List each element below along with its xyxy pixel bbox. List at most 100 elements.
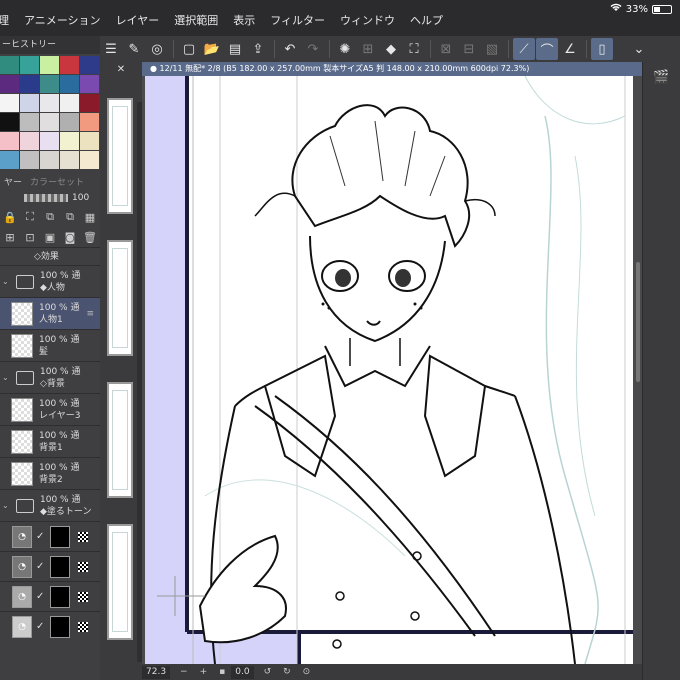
color-swatch[interactable] xyxy=(40,75,59,93)
color-swatch[interactable] xyxy=(40,132,59,150)
curve-snap-icon[interactable]: ⌒ xyxy=(536,38,558,60)
tone-layer[interactable]: ◔ ✓ xyxy=(0,611,100,641)
color-swatch[interactable] xyxy=(80,94,99,112)
tablet-icon[interactable]: ▯ xyxy=(591,38,613,60)
check-icon[interactable]: ✓ xyxy=(36,621,46,632)
zoom-out-icon[interactable]: − xyxy=(180,667,188,677)
transform-icon[interactable]: ⊞ xyxy=(357,38,379,60)
color-swatch[interactable] xyxy=(0,75,19,93)
color-swatch[interactable] xyxy=(60,151,79,169)
color-swatch[interactable] xyxy=(60,94,79,112)
open-folder-icon[interactable]: 📂 xyxy=(201,38,223,60)
angle-snap-icon[interactable]: ∠ xyxy=(559,38,581,60)
rotate-left-icon[interactable]: ↺ xyxy=(264,667,272,677)
color-swatch[interactable] xyxy=(20,151,39,169)
angle-field[interactable]: 0.0 xyxy=(231,665,254,679)
page-thumbnail[interactable] xyxy=(107,382,133,498)
edit-icon[interactable]: ✎ xyxy=(123,38,145,60)
ref-layer-icon[interactable]: ⛶ xyxy=(20,210,40,224)
color-swatch[interactable] xyxy=(0,132,19,150)
tab-color-set[interactable]: カラーセット xyxy=(26,175,88,188)
tone-layer[interactable]: ◔ ✓ xyxy=(0,521,100,551)
clapper-icon[interactable]: 🎬 xyxy=(651,66,673,88)
layer-row[interactable]: ⌄ 100 % 通 ◇背景 xyxy=(0,361,100,393)
clip-icon[interactable]: ⧉ xyxy=(60,210,80,224)
undo-icon[interactable]: ↶ xyxy=(279,38,301,60)
color-swatch[interactable] xyxy=(40,151,59,169)
new-vector-icon[interactable]: ⊡ xyxy=(20,231,40,244)
layer-row[interactable]: 100 % 通背景2 xyxy=(0,457,100,489)
layer-row[interactable]: 100 % 通人物1 ≡ xyxy=(0,297,100,329)
color-swatch[interactable] xyxy=(20,132,39,150)
lock-icon[interactable]: 🔒 xyxy=(0,211,20,224)
layer-row[interactable]: 100 % 通レイヤー3 xyxy=(0,393,100,425)
tab-layer[interactable]: ヤー xyxy=(0,175,26,188)
chevron-down-icon[interactable]: ⌄ xyxy=(2,373,9,382)
dim2-icon[interactable]: ▧ xyxy=(481,38,503,60)
check-icon[interactable]: ✓ xyxy=(36,561,46,572)
check-icon[interactable]: ✓ xyxy=(36,591,46,602)
page-thumbnail[interactable] xyxy=(107,240,133,356)
color-swatch[interactable] xyxy=(20,75,39,93)
menu-item-window[interactable]: ウィンドウ xyxy=(340,12,395,28)
color-swatch[interactable] xyxy=(80,75,99,93)
redo-icon[interactable]: ↷ xyxy=(302,38,324,60)
zoom-in-icon[interactable]: + xyxy=(200,667,208,677)
new-raster-icon[interactable]: ⊞ xyxy=(0,231,20,244)
dim1-icon[interactable]: ⊟ xyxy=(458,38,480,60)
color-swatch[interactable] xyxy=(20,113,39,131)
menu-item-layer[interactable]: レイヤー xyxy=(116,12,160,28)
canvas-area[interactable]: ● 12/11 無配* 2/8 (B5 182.00 x 257.00mm 製本… xyxy=(142,62,642,680)
menu-item-help[interactable]: ヘルプ xyxy=(410,12,443,28)
check-icon[interactable]: ✓ xyxy=(36,531,46,542)
ruler-snap-icon[interactable]: ⟋ xyxy=(513,38,535,60)
color-swatch[interactable] xyxy=(60,113,79,131)
color-swatch[interactable] xyxy=(80,113,99,131)
document-tab[interactable]: ● 12/11 無配* 2/8 (B5 182.00 x 257.00mm 製本… xyxy=(142,62,642,76)
tone-layer[interactable]: ◔ ✓ xyxy=(0,551,100,581)
color-swatch[interactable] xyxy=(0,56,19,74)
export-icon[interactable]: ⇪ xyxy=(247,38,269,60)
drag-handle-icon[interactable]: ≡ xyxy=(86,309,94,319)
page-thumbnail[interactable] xyxy=(107,524,133,640)
link-icon[interactable]: ⧉ xyxy=(40,210,60,224)
color-swatch[interactable] xyxy=(80,56,99,74)
history-panel-title[interactable]: ーヒストリー xyxy=(0,36,100,54)
new-folder-icon[interactable]: ▣ xyxy=(40,231,60,244)
zoom-field[interactable]: 72.3 xyxy=(142,665,171,679)
color-swatch[interactable] xyxy=(80,151,99,169)
trash-icon[interactable]: 🗑 xyxy=(80,231,100,244)
rotate-right-icon[interactable]: ↻ xyxy=(283,667,291,677)
color-swatch[interactable] xyxy=(40,94,59,112)
new-file-icon[interactable]: ▢ xyxy=(178,38,200,60)
reset-rotation-icon[interactable]: ⊙ xyxy=(303,667,311,677)
menu-item-edit[interactable]: 理 xyxy=(0,12,9,28)
color-swatch[interactable] xyxy=(0,151,19,169)
layer-row[interactable]: ◇効果 xyxy=(0,247,100,265)
opacity-slider[interactable] xyxy=(24,194,68,202)
canvas-paper[interactable] xyxy=(145,76,633,664)
color-swatch[interactable] xyxy=(20,56,39,74)
color-swatch[interactable] xyxy=(40,56,59,74)
fit-icon[interactable]: ▪ xyxy=(219,667,225,677)
mask-add-icon[interactable]: ◙ xyxy=(60,231,80,244)
menu-icon[interactable]: ☰ xyxy=(100,38,122,60)
save-icon[interactable]: ▤ xyxy=(224,38,246,60)
menu-item-animation[interactable]: アニメーション xyxy=(24,12,101,28)
target-icon[interactable]: ◎ xyxy=(146,38,168,60)
crop-icon[interactable]: ⛶ xyxy=(403,38,425,60)
tone-layer[interactable]: ◔ ✓ xyxy=(0,581,100,611)
color-swatch[interactable] xyxy=(0,94,19,112)
chevron-down-icon[interactable]: ⌄ xyxy=(2,277,9,286)
canvas-scrollbar[interactable] xyxy=(636,262,640,382)
color-swatch[interactable] xyxy=(60,56,79,74)
menu-item-selection[interactable]: 選択範囲 xyxy=(174,12,218,28)
close-icon[interactable]: ✕ xyxy=(117,64,125,75)
chevron-down-icon[interactable]: ⌄ xyxy=(2,501,9,510)
color-swatch[interactable] xyxy=(80,132,99,150)
mask-icon[interactable]: ▦ xyxy=(80,211,100,224)
layer-row[interactable]: ⌄ 100 % 通 ◆塗るトーン xyxy=(0,489,100,521)
layer-row[interactable]: 100 % 通背景1 xyxy=(0,425,100,457)
color-swatch[interactable] xyxy=(20,94,39,112)
gear-spin-icon[interactable]: ✺ xyxy=(334,38,356,60)
